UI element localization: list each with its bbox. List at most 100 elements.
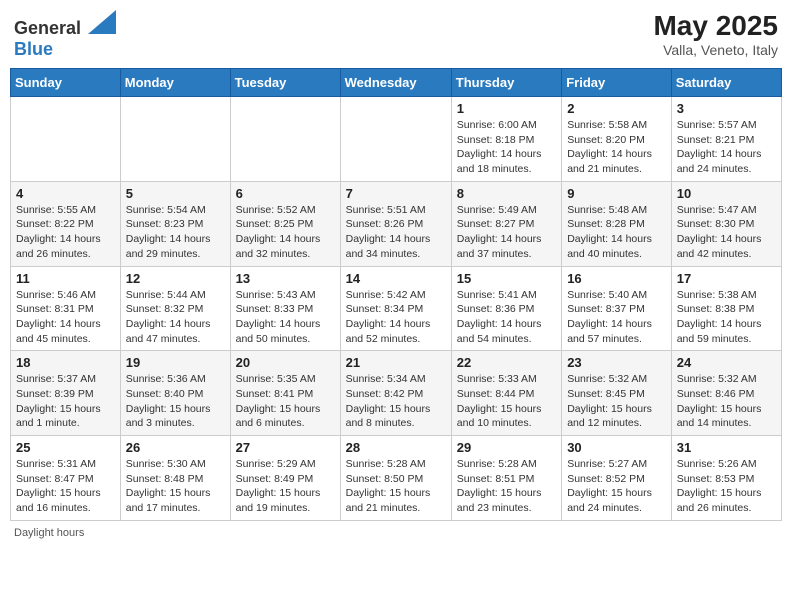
- col-header-friday: Friday: [562, 69, 672, 97]
- calendar-cell: 8Sunrise: 5:49 AM Sunset: 8:27 PM Daylig…: [451, 181, 561, 266]
- day-number: 16: [567, 271, 666, 286]
- logo-blue: Blue: [14, 39, 53, 59]
- day-number: 10: [677, 186, 776, 201]
- day-number: 21: [346, 355, 446, 370]
- logo-text: General Blue: [14, 10, 116, 60]
- col-header-saturday: Saturday: [671, 69, 781, 97]
- day-info: Sunrise: 5:44 AM Sunset: 8:32 PM Dayligh…: [126, 288, 225, 347]
- col-header-wednesday: Wednesday: [340, 69, 451, 97]
- calendar-cell: 30 Sunrise: 5:27 AM Sunset: 8:52 PM Dayli…: [562, 436, 672, 521]
- calendar-cell: 2 Sunrise: 5:58 AM Sunset: 8:20 PM Daylig…: [562, 97, 672, 182]
- calendar-week-3: 11Sunrise: 5:46 AM Sunset: 8:31 PM Dayli…: [11, 266, 782, 351]
- day-info: Sunrise: 5:26 AM Sunset: 8:53 PM Dayligh…: [677, 457, 776, 516]
- calendar-cell: 15 Sunrise: 5:41 AM Sunset: 8:36 PM Dayli…: [451, 266, 561, 351]
- calendar-cell: 28 Sunrise: 5:28 AM Sunset: 8:50 PM Dayli…: [340, 436, 451, 521]
- calendar-week-5: 25 Sunrise: 5:31 AM Sunset: 8:47 PM Dayli…: [11, 436, 782, 521]
- day-number: 12: [126, 271, 225, 286]
- day-info: Sunrise: 5:28 AM Sunset: 8:50 PM Dayligh…: [346, 457, 446, 516]
- day-info: Sunrise: 5:27 AM Sunset: 8:52 PM Dayligh…: [567, 457, 666, 516]
- calendar-cell: 31 Sunrise: 5:26 AM Sunset: 8:53 PM Dayli…: [671, 436, 781, 521]
- day-number: 28: [346, 440, 446, 455]
- day-info: Sunrise: 5:35 AM Sunset: 8:41 PM Dayligh…: [236, 372, 335, 431]
- day-info: Sunrise: 5:58 AM Sunset: 8:20 PM Dayligh…: [567, 118, 666, 177]
- calendar-cell: 18Sunrise: 5:37 AM Sunset: 8:39 PM Dayli…: [11, 351, 121, 436]
- day-number: 2: [567, 101, 666, 116]
- calendar-cell: 6 Sunrise: 5:52 AM Sunset: 8:25 PM Daylig…: [230, 181, 340, 266]
- calendar-cell: 27Sunrise: 5:29 AM Sunset: 8:49 PM Dayli…: [230, 436, 340, 521]
- day-number: 4: [16, 186, 115, 201]
- day-info: Sunrise: 5:36 AM Sunset: 8:40 PM Dayligh…: [126, 372, 225, 431]
- calendar-cell: 19 Sunrise: 5:36 AM Sunset: 8:40 PM Dayli…: [120, 351, 230, 436]
- day-info: Sunrise: 5:52 AM Sunset: 8:25 PM Dayligh…: [236, 203, 335, 262]
- calendar-cell: 7 Sunrise: 5:51 AM Sunset: 8:26 PM Daylig…: [340, 181, 451, 266]
- footer-note: Daylight hours: [10, 527, 782, 539]
- calendar-cell: 29 Sunrise: 5:28 AM Sunset: 8:51 PM Dayli…: [451, 436, 561, 521]
- calendar-cell: 11Sunrise: 5:46 AM Sunset: 8:31 PM Dayli…: [11, 266, 121, 351]
- calendar-cell: 13Sunrise: 5:43 AM Sunset: 8:33 PM Dayli…: [230, 266, 340, 351]
- logo-general: General: [14, 18, 81, 38]
- day-info: Sunrise: 5:42 AM Sunset: 8:34 PM Dayligh…: [346, 288, 446, 347]
- day-info: Sunrise: 5:48 AM Sunset: 8:28 PM Dayligh…: [567, 203, 666, 262]
- calendar-header-row: SundayMondayTuesdayWednesdayThursdayFrid…: [11, 69, 782, 97]
- day-info: Sunrise: 5:33 AM Sunset: 8:44 PM Dayligh…: [457, 372, 556, 431]
- calendar-cell: [230, 97, 340, 182]
- calendar-cell: 1Sunrise: 6:00 AM Sunset: 8:18 PM Daylig…: [451, 97, 561, 182]
- day-number: 13: [236, 271, 335, 286]
- day-info: Sunrise: 5:51 AM Sunset: 8:26 PM Dayligh…: [346, 203, 446, 262]
- calendar-cell: 22 Sunrise: 5:33 AM Sunset: 8:44 PM Dayli…: [451, 351, 561, 436]
- day-info: Sunrise: 5:47 AM Sunset: 8:30 PM Dayligh…: [677, 203, 776, 262]
- calendar-title: May 2025: [653, 10, 778, 42]
- day-info: Sunrise: 5:34 AM Sunset: 8:42 PM Dayligh…: [346, 372, 446, 431]
- day-number: 24: [677, 355, 776, 370]
- day-number: 7: [346, 186, 446, 201]
- calendar-cell: 20 Sunrise: 5:35 AM Sunset: 8:41 PM Dayli…: [230, 351, 340, 436]
- day-info: Sunrise: 5:31 AM Sunset: 8:47 PM Dayligh…: [16, 457, 115, 516]
- calendar-cell: 25 Sunrise: 5:31 AM Sunset: 8:47 PM Dayli…: [11, 436, 121, 521]
- day-number: 31: [677, 440, 776, 455]
- day-info: Sunrise: 5:32 AM Sunset: 8:45 PM Dayligh…: [567, 372, 666, 431]
- day-number: 23: [567, 355, 666, 370]
- day-number: 9: [567, 186, 666, 201]
- day-info: Sunrise: 5:46 AM Sunset: 8:31 PM Dayligh…: [16, 288, 115, 347]
- title-block: May 2025 Valla, Veneto, Italy: [653, 10, 778, 58]
- logo: General Blue: [14, 10, 116, 60]
- day-info: Sunrise: 5:49 AM Sunset: 8:27 PM Dayligh…: [457, 203, 556, 262]
- day-number: 14: [346, 271, 446, 286]
- col-header-tuesday: Tuesday: [230, 69, 340, 97]
- calendar-cell: 23 Sunrise: 5:32 AM Sunset: 8:45 PM Dayli…: [562, 351, 672, 436]
- calendar-cell: 17Sunrise: 5:38 AM Sunset: 8:38 PM Dayli…: [671, 266, 781, 351]
- day-info: Sunrise: 5:41 AM Sunset: 8:36 PM Dayligh…: [457, 288, 556, 347]
- calendar-cell: [340, 97, 451, 182]
- day-number: 15: [457, 271, 556, 286]
- day-info: Sunrise: 5:40 AM Sunset: 8:37 PM Dayligh…: [567, 288, 666, 347]
- day-info: Sunrise: 6:00 AM Sunset: 8:18 PM Dayligh…: [457, 118, 556, 177]
- day-number: 20: [236, 355, 335, 370]
- day-info: Sunrise: 5:57 AM Sunset: 8:21 PM Dayligh…: [677, 118, 776, 177]
- day-info: Sunrise: 5:38 AM Sunset: 8:38 PM Dayligh…: [677, 288, 776, 347]
- day-number: 25: [16, 440, 115, 455]
- day-number: 22: [457, 355, 556, 370]
- calendar-cell: 14 Sunrise: 5:42 AM Sunset: 8:34 PM Dayli…: [340, 266, 451, 351]
- day-info: Sunrise: 5:28 AM Sunset: 8:51 PM Dayligh…: [457, 457, 556, 516]
- calendar-cell: 24 Sunrise: 5:32 AM Sunset: 8:46 PM Dayli…: [671, 351, 781, 436]
- day-number: 19: [126, 355, 225, 370]
- day-number: 5: [126, 186, 225, 201]
- calendar-cell: 9 Sunrise: 5:48 AM Sunset: 8:28 PM Daylig…: [562, 181, 672, 266]
- col-header-thursday: Thursday: [451, 69, 561, 97]
- calendar-table: SundayMondayTuesdayWednesdayThursdayFrid…: [10, 68, 782, 521]
- calendar-cell: 3 Sunrise: 5:57 AM Sunset: 8:21 PM Daylig…: [671, 97, 781, 182]
- day-number: 27: [236, 440, 335, 455]
- col-header-sunday: Sunday: [11, 69, 121, 97]
- day-number: 18: [16, 355, 115, 370]
- day-number: 3: [677, 101, 776, 116]
- logo-icon: [88, 10, 116, 34]
- col-header-monday: Monday: [120, 69, 230, 97]
- page-header: General Blue May 2025 Valla, Veneto, Ita…: [10, 10, 782, 60]
- day-number: 29: [457, 440, 556, 455]
- day-number: 6: [236, 186, 335, 201]
- calendar-cell: 4Sunrise: 5:55 AM Sunset: 8:22 PM Daylig…: [11, 181, 121, 266]
- calendar-location: Valla, Veneto, Italy: [653, 42, 778, 58]
- calendar-cell: [11, 97, 121, 182]
- day-number: 30: [567, 440, 666, 455]
- day-info: Sunrise: 5:32 AM Sunset: 8:46 PM Dayligh…: [677, 372, 776, 431]
